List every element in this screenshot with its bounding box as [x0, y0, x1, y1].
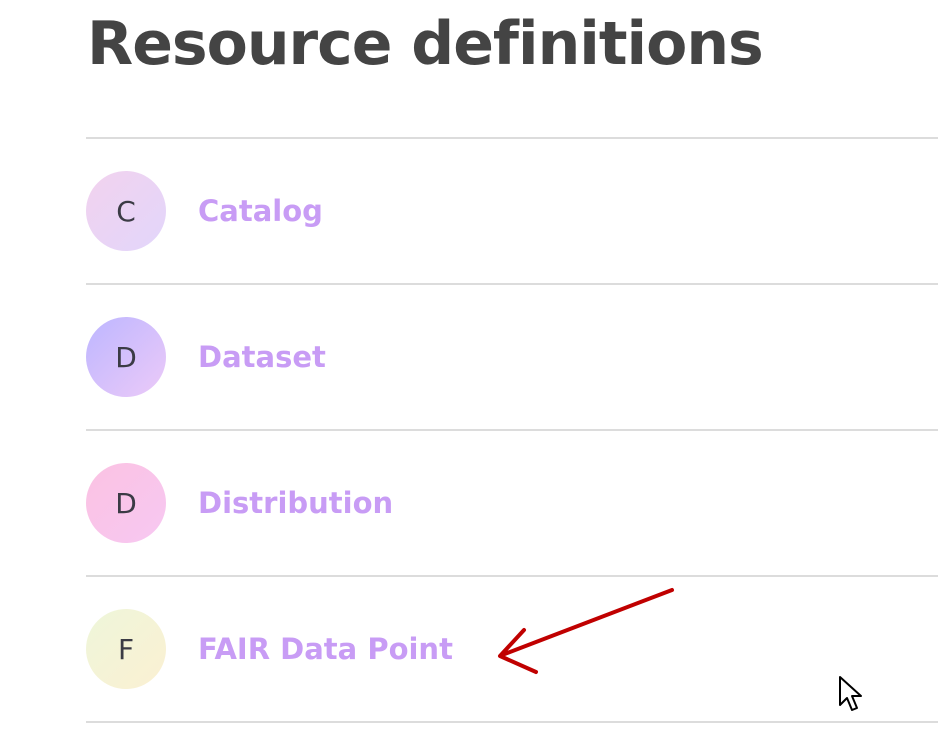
resource-link-fair-data-point[interactable]: FAIR Data Point [198, 632, 453, 666]
mouse-pointer-icon [839, 676, 862, 711]
avatar: D [86, 317, 166, 397]
resource-row-distribution[interactable]: D Distribution [86, 431, 938, 577]
resource-link-dataset[interactable]: Dataset [198, 340, 326, 374]
avatar: C [86, 171, 166, 251]
resource-link-catalog[interactable]: Catalog [198, 194, 323, 228]
avatar: D [86, 463, 166, 543]
resource-row-dataset[interactable]: D Dataset [86, 285, 938, 431]
avatar: F [86, 609, 166, 689]
resource-list: C Catalog D Dataset D Distribution F FAI… [86, 137, 938, 723]
resource-row-catalog[interactable]: C Catalog [86, 139, 938, 285]
page: Resource definitions C Catalog D Dataset… [0, 0, 938, 750]
resource-row-fair-data-point[interactable]: F FAIR Data Point [86, 577, 938, 723]
resource-link-distribution[interactable]: Distribution [198, 486, 393, 520]
page-title: Resource definitions [87, 9, 764, 79]
